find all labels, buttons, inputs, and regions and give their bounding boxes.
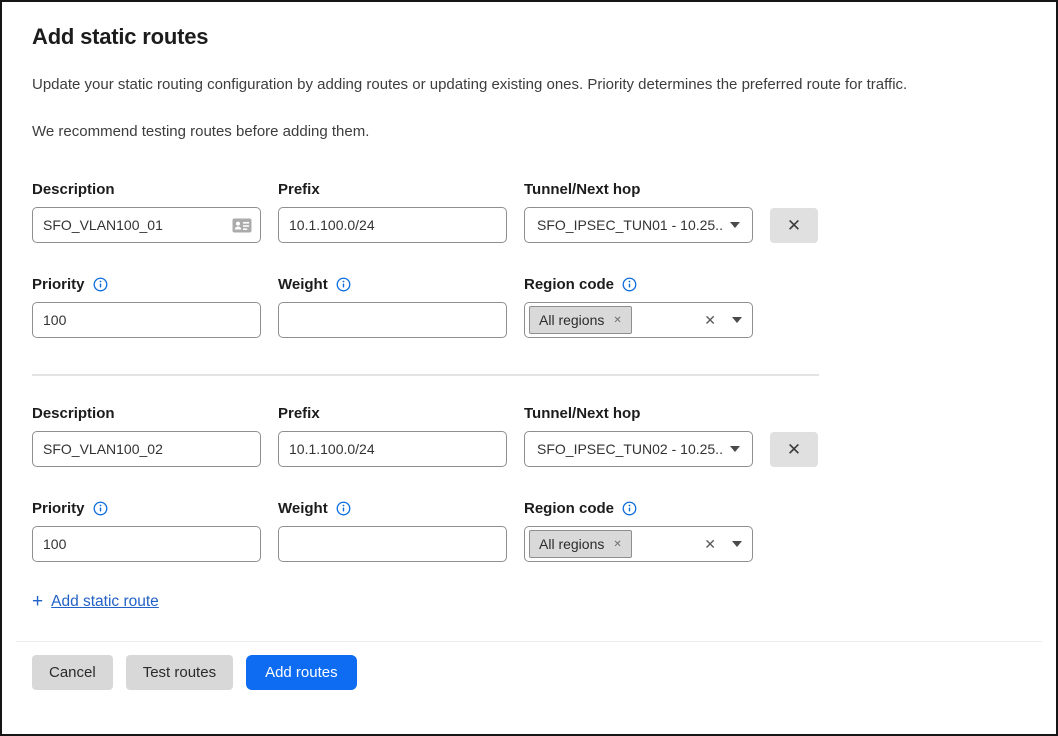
tunnel-select-1[interactable]: SFO_IPSEC_TUN01 - 10.25... bbox=[524, 207, 753, 243]
weight-field-1: Weight bbox=[278, 275, 507, 338]
description-input-1[interactable] bbox=[32, 207, 261, 243]
weight-input-2[interactable] bbox=[278, 526, 507, 562]
info-icon[interactable] bbox=[93, 277, 108, 292]
priority-input-1[interactable] bbox=[32, 302, 261, 338]
chevron-down-icon bbox=[730, 222, 740, 228]
footer-divider bbox=[16, 641, 1042, 642]
add-static-routes-dialog: Add static routes Update your static rou… bbox=[0, 0, 1058, 736]
intro-text-1: Update your static routing configuration… bbox=[32, 76, 1026, 93]
priority-label: Priority bbox=[32, 499, 85, 518]
region-field-2: Region code All regions ✕ bbox=[524, 499, 753, 562]
description-label: Description bbox=[32, 180, 261, 199]
chevron-down-icon bbox=[732, 541, 742, 547]
region-field-1: Region code All regions ✕ bbox=[524, 275, 753, 338]
region-chip-label: All regions bbox=[539, 536, 604, 552]
prefix-input-1[interactable] bbox=[278, 207, 507, 243]
region-multiselect-2[interactable]: All regions ✕ ✕ bbox=[524, 526, 753, 562]
prefix-field-1: Prefix bbox=[278, 180, 507, 243]
description-field-1: Description bbox=[32, 180, 261, 243]
chevron-down-icon bbox=[730, 446, 740, 452]
prefix-label: Prefix bbox=[278, 180, 507, 199]
intro-text-2: We recommend testing routes before addin… bbox=[32, 123, 1026, 140]
info-icon[interactable] bbox=[93, 501, 108, 516]
weight-input-1[interactable] bbox=[278, 302, 507, 338]
chip-remove-icon[interactable]: ✕ bbox=[613, 539, 621, 550]
weight-field-2: Weight bbox=[278, 499, 507, 562]
prefix-field-2: Prefix bbox=[278, 404, 507, 467]
footer-actions: Cancel Test routes Add routes bbox=[32, 655, 1026, 690]
prefix-input-2[interactable] bbox=[278, 431, 507, 467]
tunnel-selected-value: SFO_IPSEC_TUN02 - 10.25... bbox=[537, 441, 722, 457]
chip-remove-icon[interactable]: ✕ bbox=[613, 315, 621, 326]
tunnel-field-1: Tunnel/Next hop SFO_IPSEC_TUN01 - 10.25.… bbox=[524, 180, 753, 243]
remove-route-button-1[interactable]: ✕ bbox=[770, 208, 818, 243]
priority-field-2: Priority bbox=[32, 499, 261, 562]
chevron-down-icon bbox=[732, 317, 742, 323]
route-group-divider bbox=[32, 374, 819, 376]
tunnel-label: Tunnel/Next hop bbox=[524, 180, 753, 199]
tunnel-label: Tunnel/Next hop bbox=[524, 404, 753, 423]
add-static-route-link[interactable]: Add static route bbox=[51, 593, 159, 611]
info-icon[interactable] bbox=[622, 277, 637, 292]
add-static-route-row: + Add static route bbox=[32, 592, 1026, 611]
description-field-2: Description bbox=[32, 404, 261, 467]
clear-selection-icon[interactable]: ✕ bbox=[704, 536, 716, 553]
region-chip: All regions ✕ bbox=[529, 306, 632, 334]
priority-input-2[interactable] bbox=[32, 526, 261, 562]
prefix-label: Prefix bbox=[278, 404, 507, 423]
region-chip-label: All regions bbox=[539, 312, 604, 328]
region-chip: All regions ✕ bbox=[529, 530, 632, 558]
test-routes-button[interactable]: Test routes bbox=[126, 655, 233, 690]
description-input-2[interactable] bbox=[32, 431, 261, 467]
tunnel-selected-value: SFO_IPSEC_TUN01 - 10.25... bbox=[537, 217, 722, 233]
tunnel-field-2: Tunnel/Next hop SFO_IPSEC_TUN02 - 10.25.… bbox=[524, 404, 753, 467]
add-routes-button[interactable]: Add routes bbox=[246, 655, 357, 690]
page-title: Add static routes bbox=[32, 24, 1026, 50]
weight-label: Weight bbox=[278, 275, 328, 294]
priority-label: Priority bbox=[32, 275, 85, 294]
plus-icon: + bbox=[32, 592, 43, 611]
cancel-button[interactable]: Cancel bbox=[32, 655, 113, 690]
region-multiselect-1[interactable]: All regions ✕ ✕ bbox=[524, 302, 753, 338]
info-icon[interactable] bbox=[622, 501, 637, 516]
description-label: Description bbox=[32, 404, 261, 423]
weight-label: Weight bbox=[278, 499, 328, 518]
route-group-2: Description Prefix Tunnel/Next hop SFO_I… bbox=[32, 404, 1026, 562]
info-icon[interactable] bbox=[336, 501, 351, 516]
region-label: Region code bbox=[524, 499, 614, 518]
clear-selection-icon[interactable]: ✕ bbox=[704, 312, 716, 329]
route-group-1: Description bbox=[32, 180, 1026, 338]
tunnel-select-2[interactable]: SFO_IPSEC_TUN02 - 10.25... bbox=[524, 431, 753, 467]
priority-field-1: Priority bbox=[32, 275, 261, 338]
remove-route-button-2[interactable]: ✕ bbox=[770, 432, 818, 467]
region-label: Region code bbox=[524, 275, 614, 294]
info-icon[interactable] bbox=[336, 277, 351, 292]
